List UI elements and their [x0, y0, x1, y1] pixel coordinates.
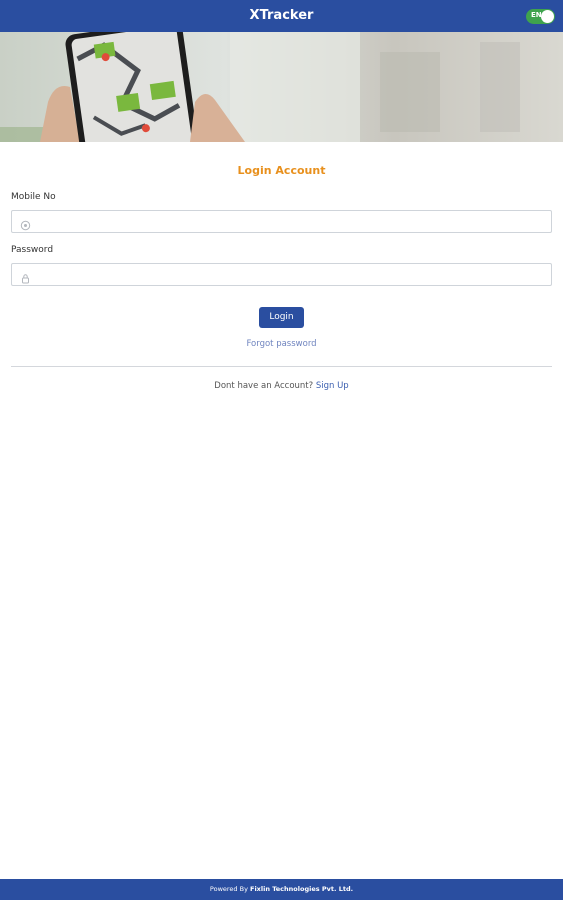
phone-icon	[20, 216, 31, 231]
password-field[interactable]	[11, 263, 552, 286]
mobile-label: Mobile No	[11, 192, 56, 202]
login-title: Login Account	[237, 164, 326, 177]
password-input[interactable]	[38, 266, 546, 283]
footer-bar: Powered By Fixlin Technologies Pvt. Ltd.	[0, 879, 563, 900]
signup-link[interactable]: Sign Up	[316, 381, 349, 391]
language-toggle[interactable]: EN	[526, 9, 555, 24]
mobile-input[interactable]	[38, 213, 546, 230]
top-app-bar: XTracker EN	[0, 0, 563, 32]
forgot-password-link[interactable]: Forgot password	[0, 339, 563, 349]
hero-banner-image	[0, 32, 563, 142]
no-account-text: Dont have an Account?	[214, 381, 314, 391]
lock-icon	[20, 269, 31, 284]
divider	[11, 366, 552, 367]
login-button[interactable]: Login	[259, 307, 304, 328]
signup-row: Dont have an Account? Sign Up	[0, 381, 563, 391]
password-label: Password	[11, 245, 54, 255]
app-title: XTracker	[249, 8, 314, 23]
mobile-field[interactable]	[11, 210, 552, 233]
company-name: Fixlin Technologies Pvt. Ltd.	[250, 885, 354, 893]
toggle-knob	[541, 10, 554, 23]
powered-by-text: Powered By	[209, 885, 248, 893]
